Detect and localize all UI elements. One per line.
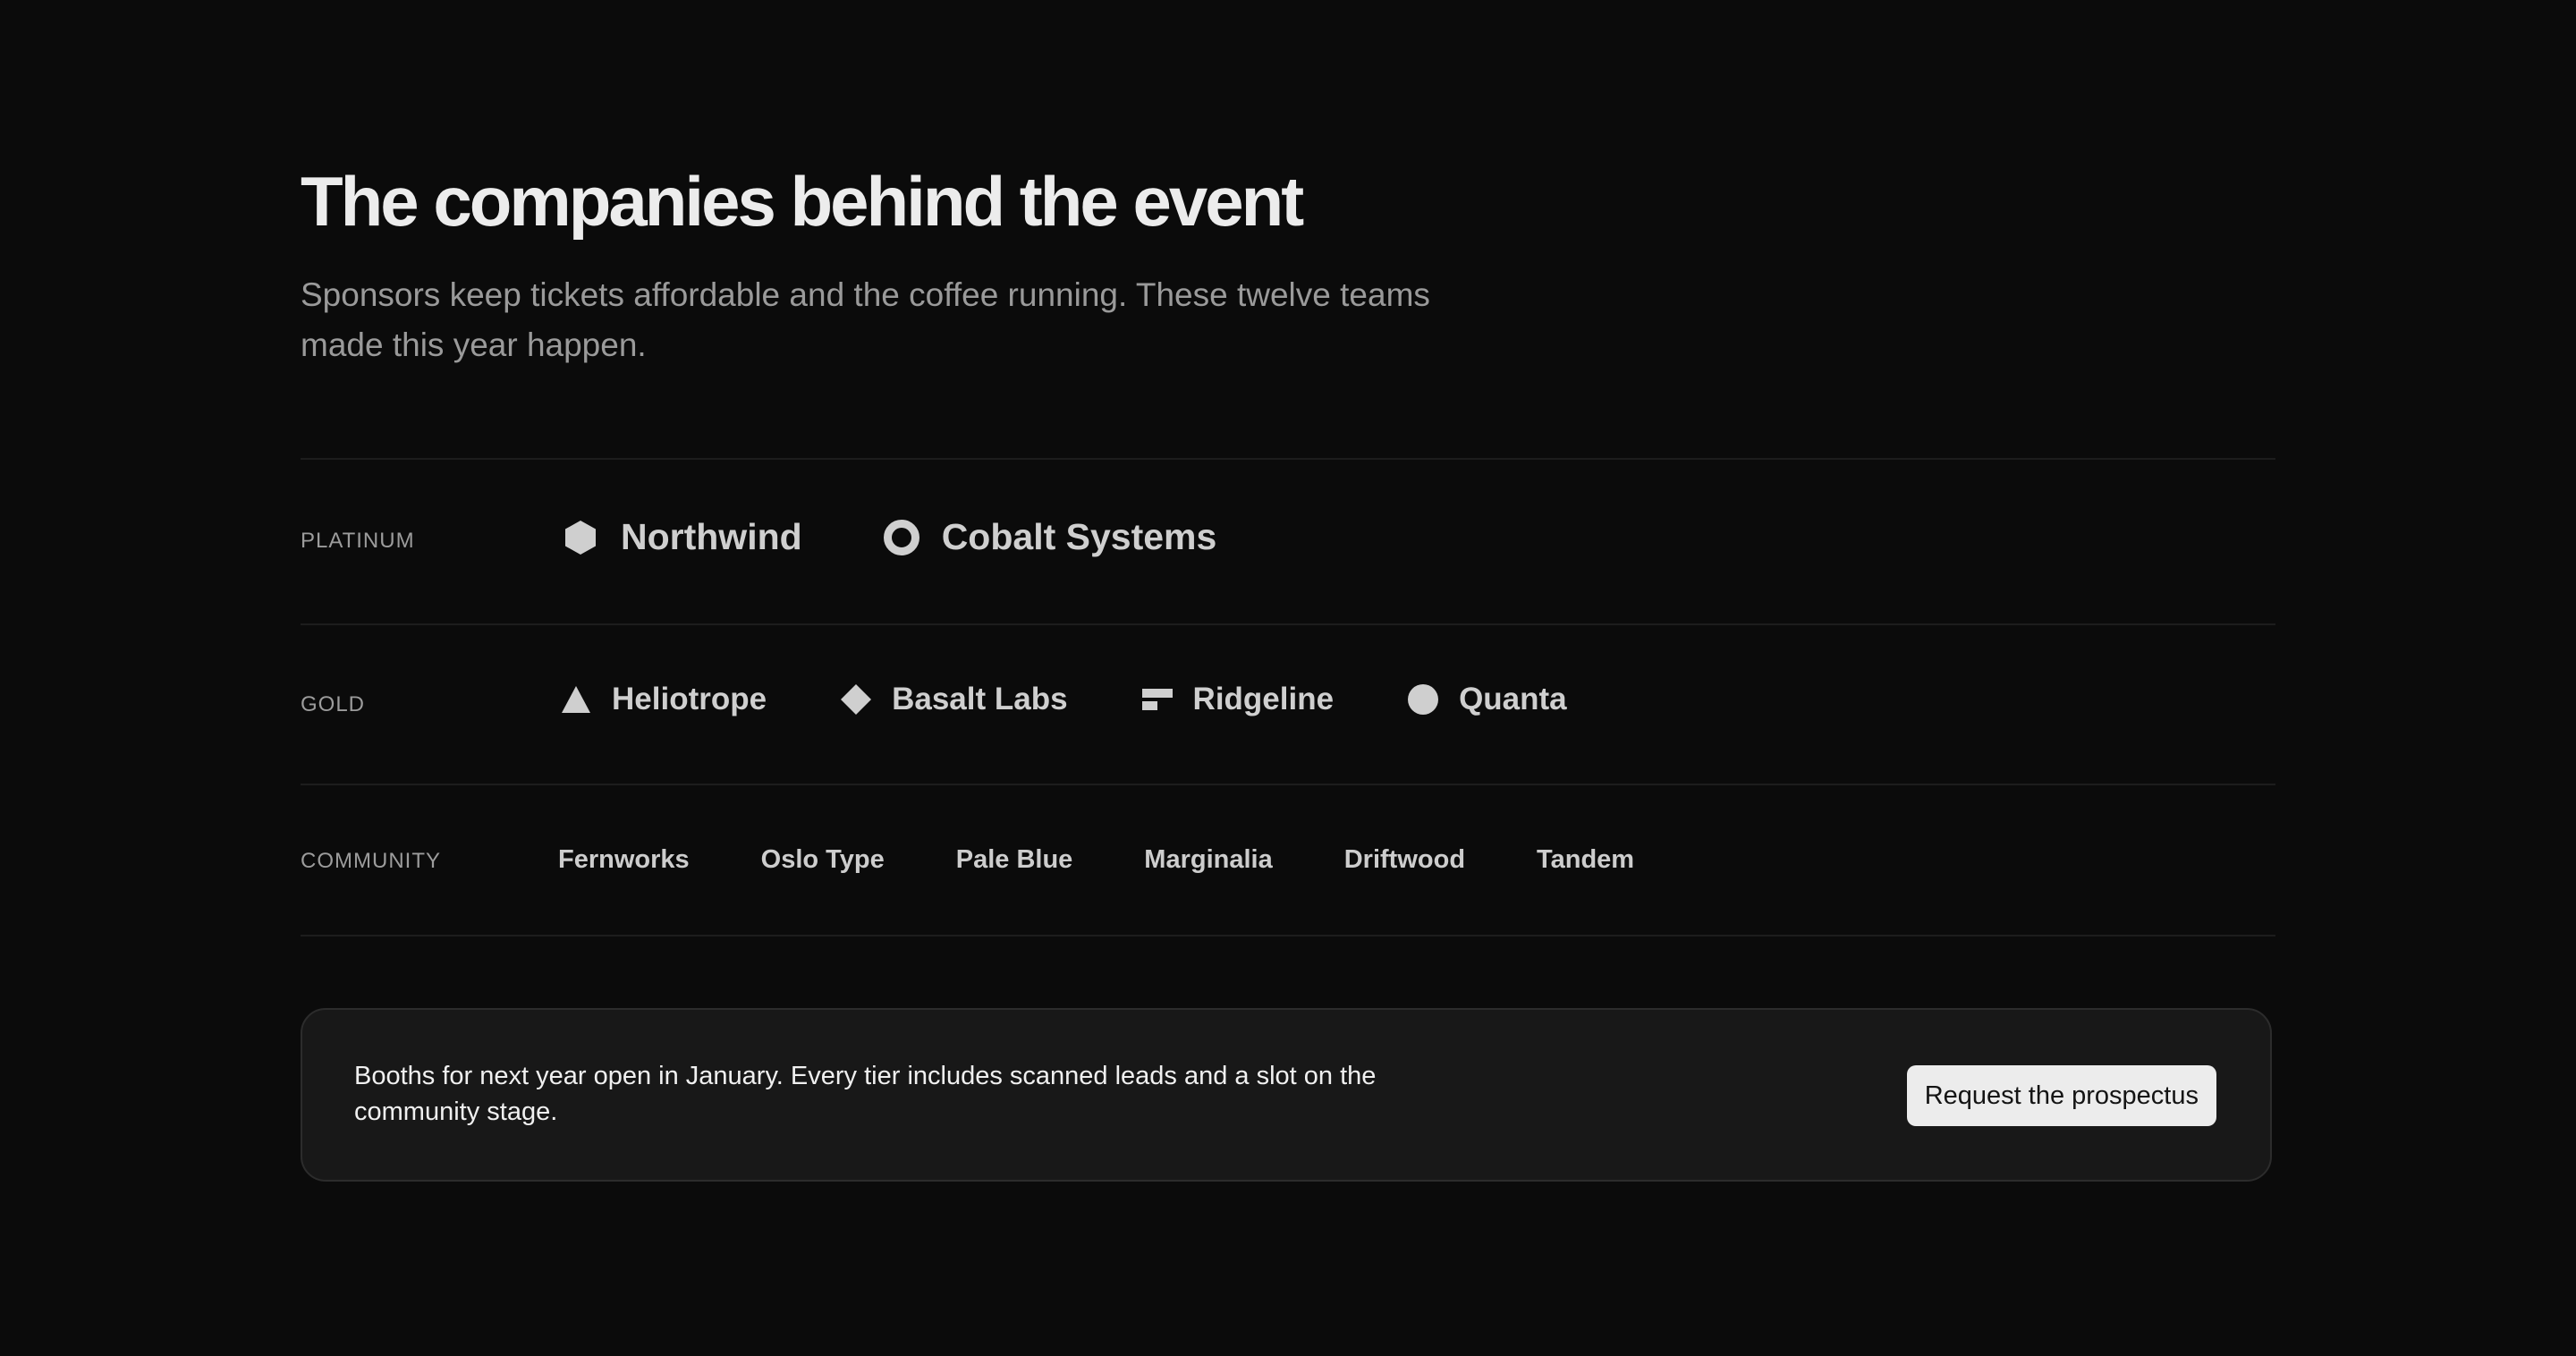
- sponsor-heliotrope[interactable]: Heliotrope: [558, 682, 767, 717]
- sponsor-name: Ridgeline: [1192, 682, 1335, 716]
- sponsor-fernworks[interactable]: Fernworks: [558, 845, 690, 875]
- sponsor-pale-blue[interactable]: Pale Blue: [956, 845, 1073, 875]
- tier-label-gold: GOLD: [301, 692, 366, 716]
- sponsor-marginalia[interactable]: Marginalia: [1144, 845, 1272, 875]
- ring-icon: [883, 519, 920, 556]
- tier-platinum: PLATINUM Northwind Cobalt Systems: [301, 496, 2275, 586]
- tier-community: COMMUNITY Fernworks Oslo Type Pale Blue …: [301, 818, 2275, 908]
- sponsor-name: Cobalt Systems: [941, 516, 1217, 557]
- sponsor-name: Heliotrope: [612, 682, 767, 716]
- sponsor-ridgeline[interactable]: Ridgeline: [1140, 682, 1335, 717]
- request-prospectus-button[interactable]: Request the prospectus: [1906, 1065, 2216, 1126]
- divider: [301, 458, 2275, 460]
- platinum-logos: Northwind Cobalt Systems: [558, 516, 1293, 558]
- hexagon-icon: [562, 519, 599, 556]
- divider: [301, 784, 2275, 785]
- prospectus-text: Booths for next year open in January. Ev…: [354, 1062, 1377, 1126]
- tier-gold: GOLD Heliotrope Basalt Labs Ridgeline Qu…: [301, 662, 2275, 751]
- sponsor-name: Northwind: [621, 516, 802, 557]
- circle-icon: [1407, 683, 1439, 716]
- community-logos: Fernworks Oslo Type Pale Blue Marginalia…: [558, 845, 1706, 875]
- page-title: The companies behind the event: [301, 162, 1304, 241]
- tier-label-platinum: PLATINUM: [301, 529, 415, 553]
- tier-label-community: COMMUNITY: [301, 849, 441, 873]
- sponsor-northwind[interactable]: Northwind: [558, 516, 802, 558]
- sponsor-tandem[interactable]: Tandem: [1537, 845, 1634, 875]
- sponsor-oslo-type[interactable]: Oslo Type: [761, 845, 885, 875]
- prospectus-panel: Booths for next year open in January. Ev…: [301, 1008, 2272, 1182]
- sponsor-cobalt-systems[interactable]: Cobalt Systems: [879, 516, 1217, 558]
- sponsor-basalt-labs[interactable]: Basalt Labs: [838, 682, 1068, 717]
- divider: [301, 623, 2275, 625]
- sponsor-name: Quanta: [1459, 682, 1567, 716]
- triangle-icon: [560, 683, 592, 716]
- bars-icon: [1141, 683, 1174, 716]
- divider: [301, 935, 2275, 936]
- sponsor-driftwood[interactable]: Driftwood: [1344, 845, 1465, 875]
- gold-logos: Heliotrope Basalt Labs Ridgeline Quanta: [558, 682, 1639, 717]
- diamond-icon: [840, 683, 872, 716]
- page-subtitle: Sponsors keep tickets affordable and the…: [301, 276, 1430, 363]
- sponsor-quanta[interactable]: Quanta: [1405, 682, 1567, 717]
- sponsor-name: Basalt Labs: [892, 682, 1068, 716]
